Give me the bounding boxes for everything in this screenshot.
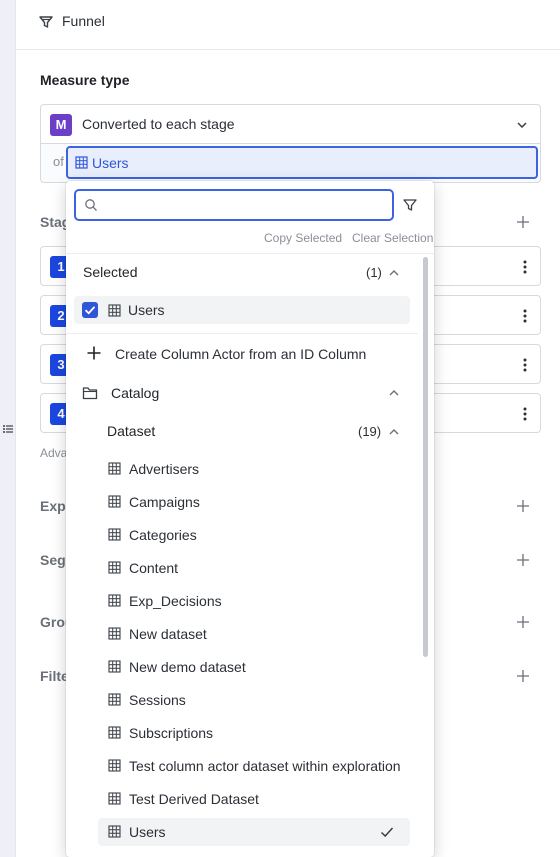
add-icon[interactable] xyxy=(516,669,530,683)
table-icon xyxy=(108,304,121,317)
list-icon[interactable] xyxy=(1,422,15,436)
search-icon xyxy=(85,199,97,211)
dataset-item-label: Test column actor dataset within explora… xyxy=(129,758,401,774)
divider xyxy=(66,333,418,334)
section-label: Filte xyxy=(40,668,69,684)
table-icon xyxy=(75,156,88,169)
table-icon xyxy=(108,693,121,706)
add-icon[interactable] xyxy=(516,615,530,629)
add-icon[interactable] xyxy=(516,499,530,513)
dataset-item[interactable]: Advertisers xyxy=(98,455,410,483)
scrollbar-thumb[interactable] xyxy=(423,257,428,657)
create-column-actor-label: Create Column Actor from an ID Column xyxy=(115,346,367,362)
checkbox[interactable] xyxy=(82,302,98,318)
chevron-up-icon[interactable] xyxy=(388,267,400,279)
dataset-item-label: Subscriptions xyxy=(129,725,214,741)
divider xyxy=(66,253,434,254)
actor-dropdown: Copy Selected Clear Selection Selected (… xyxy=(66,181,434,857)
dataset-item-label: Sessions xyxy=(129,692,186,708)
dataset-item[interactable]: Campaigns xyxy=(98,488,410,516)
catalog-label: Catalog xyxy=(111,385,160,401)
checkmark-icon xyxy=(380,827,394,838)
dataset-item-label: New dataset xyxy=(129,626,207,642)
clear-selection-button[interactable]: Clear Selection xyxy=(352,231,433,245)
chevron-up-icon[interactable] xyxy=(388,426,400,438)
dataset-item[interactable]: Subscriptions xyxy=(98,719,410,747)
plus-icon xyxy=(87,346,101,360)
chevron-down-icon[interactable] xyxy=(516,119,528,131)
table-icon xyxy=(108,825,121,838)
dataset-item-label: Content xyxy=(129,560,179,576)
measure-badge: M xyxy=(50,114,72,136)
dataset-item[interactable]: Users xyxy=(98,818,410,846)
dataset-item-label: New demo dataset xyxy=(129,659,246,675)
dataset-item[interactable]: Sessions xyxy=(98,686,410,714)
measure-type-label: Measure type xyxy=(40,72,130,88)
selected-count: (1) xyxy=(366,265,382,280)
dataset-label: Dataset xyxy=(107,423,156,439)
more-options-icon[interactable] xyxy=(522,259,528,275)
chevron-up-icon[interactable] xyxy=(388,387,400,399)
dataset-item-label: Categories xyxy=(129,527,197,543)
actor-value: Users xyxy=(92,155,129,171)
panel-title: Funnel xyxy=(62,13,105,29)
check-icon xyxy=(84,306,96,315)
left-rail xyxy=(0,0,16,857)
dataset-item[interactable]: Content xyxy=(98,554,410,582)
folder-icon xyxy=(82,387,98,400)
advanced-link[interactable]: Adva xyxy=(40,446,67,460)
dataset-item-label: Users xyxy=(129,824,166,840)
actor-select[interactable]: Users xyxy=(66,146,538,179)
panel-header: Funnel xyxy=(16,0,560,50)
dataset-item-label: Test Derived Dataset xyxy=(129,791,259,807)
more-options-icon[interactable] xyxy=(522,357,528,373)
table-icon xyxy=(108,528,121,541)
dataset-item[interactable]: New dataset xyxy=(98,620,410,648)
dataset-count: (19) xyxy=(358,424,382,439)
table-icon xyxy=(108,462,121,475)
measure-type-select[interactable]: M Converted to each stage xyxy=(40,104,541,144)
table-icon xyxy=(108,594,121,607)
funnel-icon xyxy=(39,16,53,28)
table-icon xyxy=(108,627,121,640)
filter-icon[interactable] xyxy=(402,197,418,213)
of-label: of xyxy=(53,154,64,169)
add-icon[interactable] xyxy=(516,553,530,567)
copy-selected-button[interactable]: Copy Selected xyxy=(264,231,342,245)
dataset-item[interactable]: Test Derived Dataset xyxy=(98,785,410,813)
selected-section-label: Selected xyxy=(83,264,138,280)
more-options-icon[interactable] xyxy=(522,308,528,324)
table-icon xyxy=(108,792,121,805)
table-icon xyxy=(108,660,121,673)
measure-type-value: Converted to each stage xyxy=(82,116,235,132)
selected-item[interactable]: Users xyxy=(74,296,410,324)
search-input[interactable] xyxy=(74,189,394,221)
table-icon xyxy=(108,495,121,508)
dataset-item[interactable]: New demo dataset xyxy=(98,653,410,681)
more-options-icon[interactable] xyxy=(522,406,528,422)
table-icon xyxy=(108,726,121,739)
add-stage-icon[interactable] xyxy=(516,215,530,229)
dataset-item[interactable]: Categories xyxy=(98,521,410,549)
selected-item-label: Users xyxy=(128,302,165,318)
dataset-item-label: Advertisers xyxy=(129,461,200,477)
dataset-item[interactable]: Test column actor dataset within explora… xyxy=(98,752,410,780)
dataset-item-label: Exp_Decisions xyxy=(129,593,222,609)
dataset-item[interactable]: Exp_Decisions xyxy=(98,587,410,615)
table-icon xyxy=(108,759,121,772)
table-icon xyxy=(108,561,121,574)
dataset-item-label: Campaigns xyxy=(129,494,200,510)
